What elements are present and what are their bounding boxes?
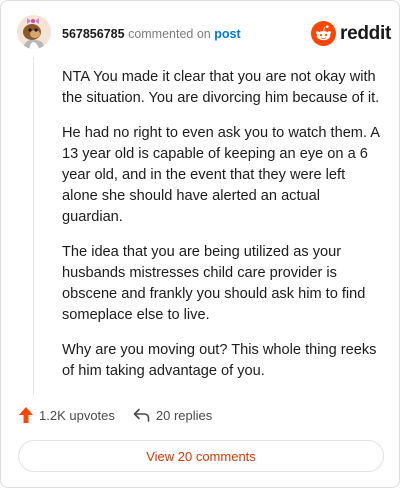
avatar[interactable] — [17, 15, 51, 49]
upvote-arrow-icon — [19, 407, 33, 423]
upvote-button[interactable]: 1.2K upvotes — [19, 407, 115, 423]
comment-paragraph: He had no right to even ask you to watch… — [62, 125, 380, 225]
reply-arrow-icon — [133, 408, 150, 422]
comment-paragraph: The idea that you are being utilized as … — [62, 244, 366, 323]
reply-count: 20 replies — [155, 407, 213, 423]
commented-on-label: commented on — [128, 27, 211, 41]
comment-card: 567856785 commented on post reddit NTA Y… — [0, 0, 400, 488]
reply-button[interactable]: 20 replies — [133, 408, 212, 423]
avatar-image — [17, 15, 51, 49]
username[interactable]: 567856785 — [62, 27, 125, 41]
view-comments-button[interactable]: View 20 comments — [18, 440, 384, 472]
reddit-snoo-icon — [311, 21, 336, 46]
comment-actions: 1.2K upvotes 20 replies — [19, 405, 212, 425]
reddit-wordmark: reddit — [340, 22, 391, 44]
comment-paragraph: Why are you moving out? This whole thing… — [62, 342, 377, 379]
post-link[interactable]: post — [214, 27, 240, 41]
comment-paragraph: NTA You made it clear that you are not o… — [62, 69, 380, 106]
upvote-count: 1.2K upvotes — [39, 407, 115, 423]
reddit-logo[interactable]: reddit — [311, 21, 391, 46]
comment-header: 567856785 commented on post — [62, 26, 241, 42]
thread-line[interactable] — [33, 57, 34, 395]
comment-body: NTA You made it clear that you are not o… — [62, 67, 382, 396]
